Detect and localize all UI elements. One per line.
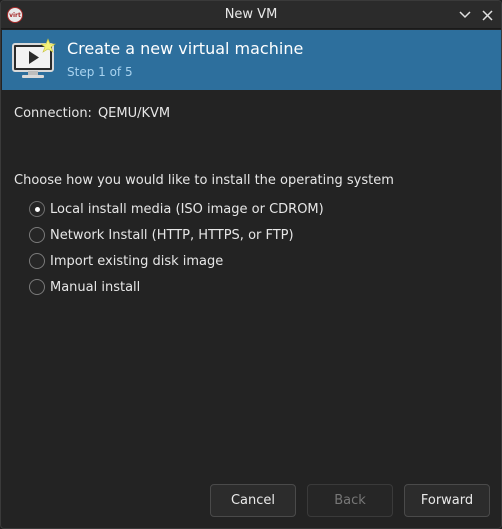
wizard-title: Create a new virtual machine [67,39,304,58]
radio-label: Network Install (HTTP, HTTPS, or FTP) [50,227,294,243]
new-vm-window: virt New VM Create a new virtual machine… [0,0,502,529]
radio-network-install[interactable]: Network Install (HTTP, HTTPS, or FTP) [29,224,294,246]
radio-indicator[interactable] [29,253,45,269]
radio-manual-install[interactable]: Manual install [29,276,140,298]
radio-indicator[interactable] [29,227,45,243]
wizard-header-banner: Create a new virtual machine Step 1 of 5 [2,30,501,90]
radio-local-install-media[interactable]: Local install media (ISO image or CDROM) [29,198,324,220]
radio-label: Local install media (ISO image or CDROM) [50,201,324,217]
monitor-play-icon [12,38,56,78]
forward-button[interactable]: Forward [404,484,490,517]
back-button[interactable]: Back [307,484,393,517]
chevron-down-icon [459,11,471,19]
radio-label: Manual install [50,279,141,295]
close-icon [481,9,493,21]
radio-label: Import existing disk image [50,253,224,269]
connection-row: Connection: QEMU/KVM [14,106,170,121]
install-method-question: Choose how you would like to install the… [14,173,394,188]
cancel-button[interactable]: Cancel [210,484,296,517]
titlebar[interactable]: virt New VM [1,1,501,29]
connection-label: Connection: [14,106,92,121]
wizard-step-indicator: Step 1 of 5 [67,65,133,79]
window-title: New VM [224,7,278,22]
minimize-button[interactable] [455,5,475,25]
connection-value: QEMU/KVM [97,106,171,121]
radio-indicator-selected[interactable] [29,201,45,217]
radio-import-disk-image[interactable]: Import existing disk image [29,250,223,272]
radio-indicator[interactable] [29,279,45,295]
close-button[interactable] [477,5,497,25]
